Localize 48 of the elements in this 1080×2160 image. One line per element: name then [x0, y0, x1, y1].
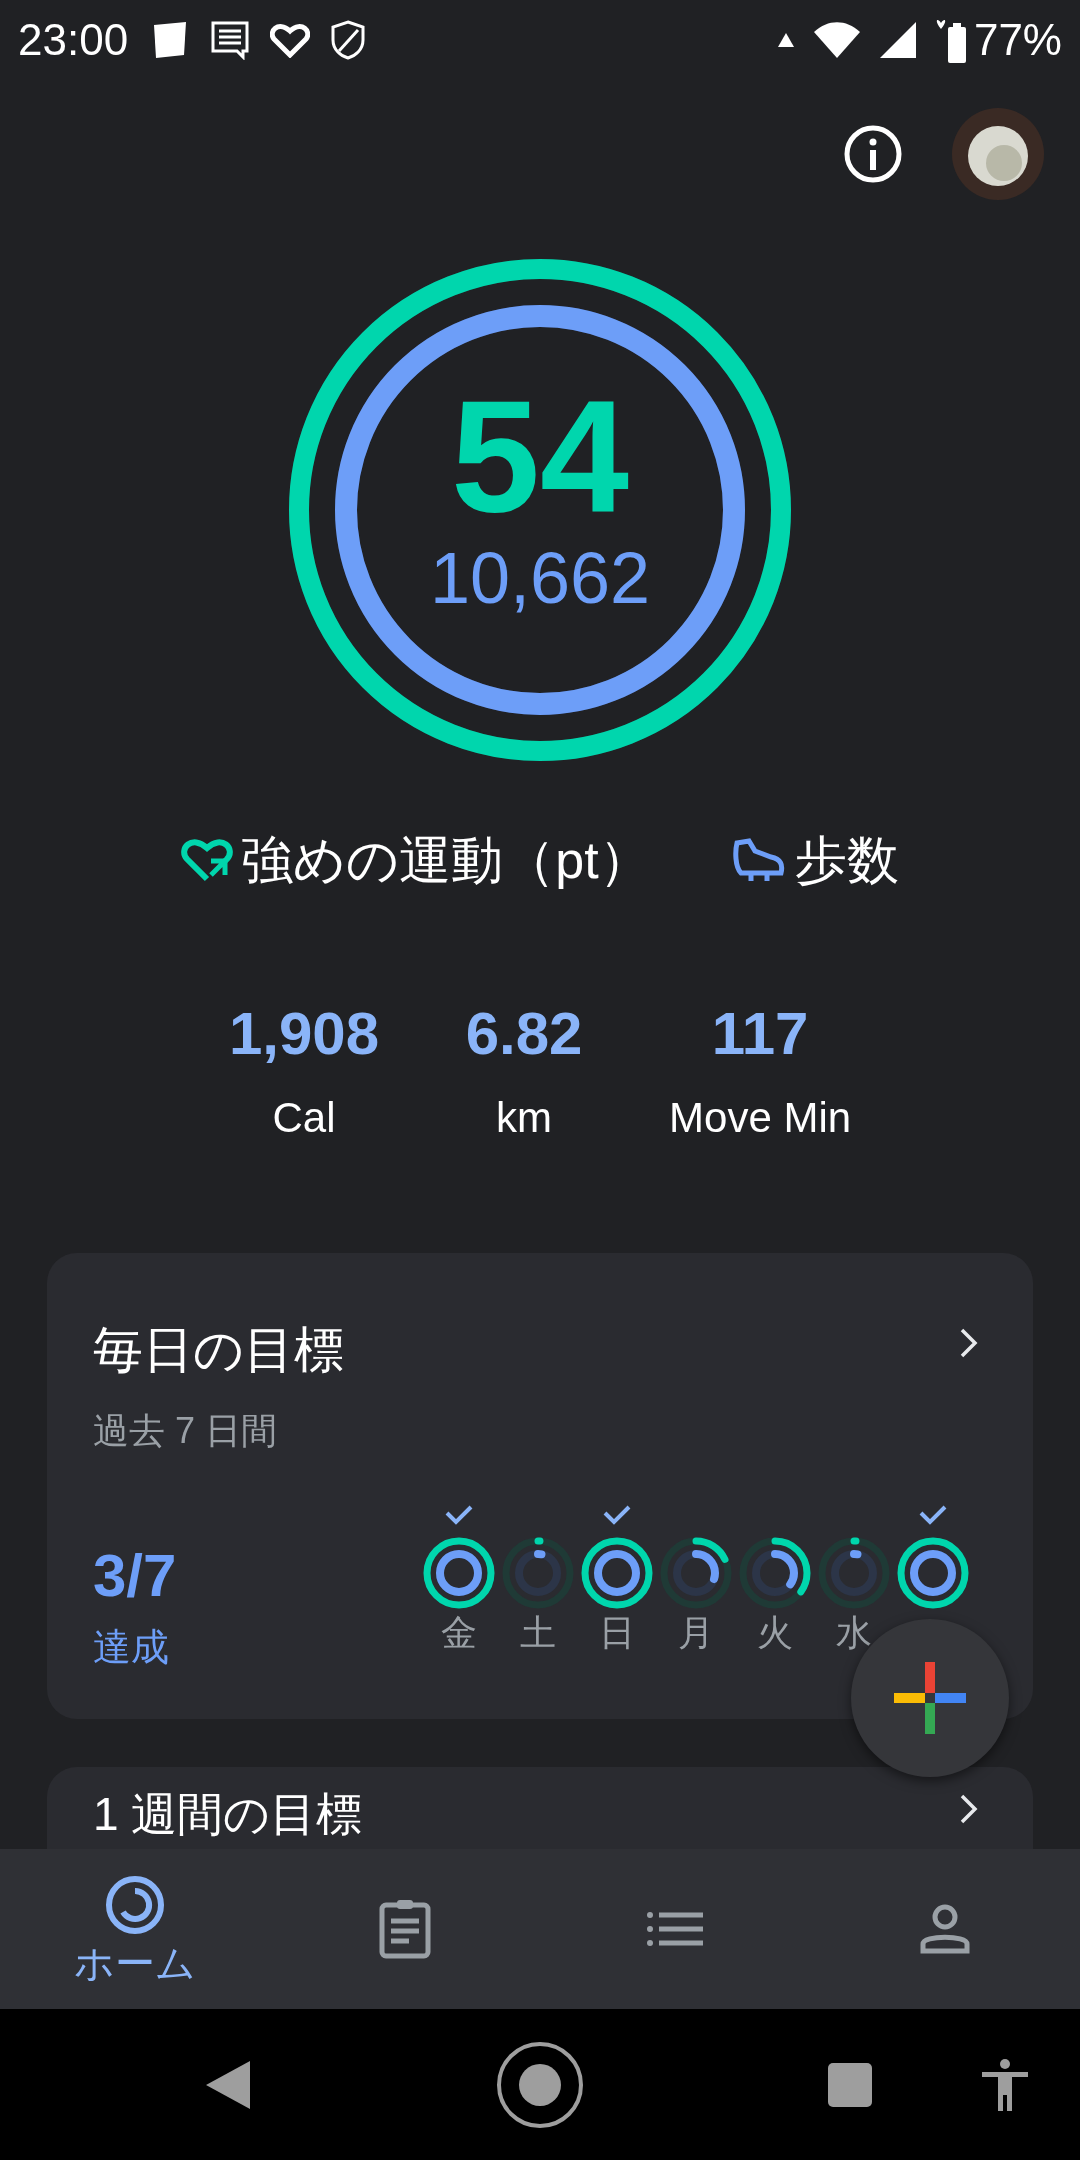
- day-label: 月: [678, 1615, 714, 1651]
- message-icon: [210, 20, 251, 60]
- check-icon: [603, 1505, 631, 1525]
- nav-tab[interactable]: ホーム: [0, 1849, 270, 2009]
- check-icon: [445, 1505, 473, 1525]
- day-label: 水: [836, 1615, 872, 1651]
- check-icon: [919, 1505, 947, 1525]
- stat-label: Move Min: [669, 1097, 852, 1139]
- back-icon[interactable]: [206, 2060, 250, 2109]
- day-label: 金: [441, 1615, 477, 1651]
- stat-label: Cal: [272, 1097, 336, 1139]
- signal-icon: [879, 22, 916, 58]
- avatar[interactable]: [952, 108, 1044, 200]
- status-time: 23:00: [18, 18, 129, 62]
- chevron-right-icon: [959, 1327, 979, 1359]
- achieved-label: 達成: [93, 1628, 170, 1666]
- achieved-count: 3/7: [93, 1546, 178, 1606]
- clipboard-icon: [379, 1899, 431, 1959]
- wifi-icon: [813, 22, 860, 58]
- heart-points-value: 54: [451, 376, 629, 536]
- recents-icon[interactable]: [828, 2062, 872, 2107]
- info-icon[interactable]: [844, 125, 902, 183]
- list-icon: [647, 1911, 703, 1947]
- stat-value: 117: [711, 1004, 809, 1064]
- heart-icon: [270, 22, 311, 58]
- home-icon[interactable]: [496, 2040, 584, 2129]
- stat-value: 1,908: [228, 1004, 380, 1064]
- card-title: 毎日の目標: [93, 1325, 344, 1375]
- plus-icon: [894, 1662, 966, 1734]
- chevron-right-icon: [959, 1793, 979, 1825]
- day-label: 土: [520, 1615, 556, 1651]
- heart-icon: [181, 837, 234, 883]
- shield-icon: [330, 20, 367, 60]
- stat-label: km: [496, 1097, 553, 1139]
- data-arrow-icon: [777, 33, 794, 47]
- legend-label: 歩数: [794, 834, 899, 886]
- card-subtitle: 過去 7 日間: [93, 1413, 279, 1449]
- steps-value: 10,662: [429, 542, 651, 614]
- card-title: 1 週間の目標: [93, 1791, 363, 1837]
- shoe-icon: [730, 837, 787, 883]
- day-label: 日: [599, 1615, 635, 1651]
- person-icon: [920, 1904, 970, 1954]
- stat-value: 6.82: [465, 1004, 583, 1064]
- battery-level: 77%: [973, 18, 1062, 62]
- day-label: 火: [757, 1615, 793, 1651]
- daily-goals-card[interactable]: 毎日の目標 過去 7 日間 3/7 達成 金 土 日 月 火 水: [47, 1253, 1033, 1719]
- ring-icon: [105, 1875, 165, 1935]
- accessibility-icon[interactable]: [982, 2058, 1028, 2111]
